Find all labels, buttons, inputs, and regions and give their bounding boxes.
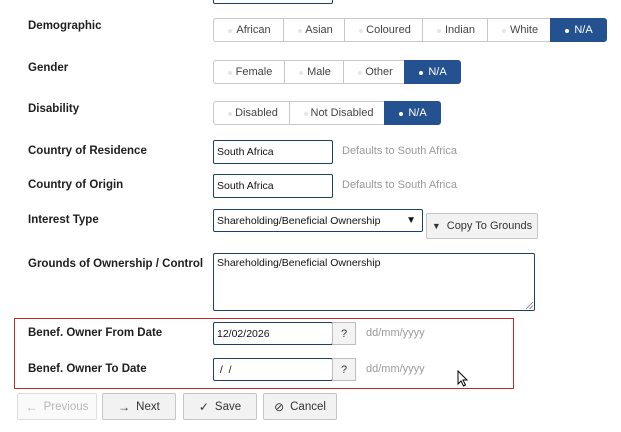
- gender-option-other[interactable]: Other: [343, 60, 405, 84]
- to-date-help-button[interactable]: ?: [332, 358, 356, 381]
- demographic-option-indian[interactable]: Indian: [422, 18, 488, 42]
- from-date-format-hint: dd/mm/yyyy: [366, 327, 425, 339]
- from-date-label: Benef. Owner From Date: [28, 327, 163, 339]
- grounds-textarea[interactable]: Shareholding/Beneficial Ownership: [213, 253, 535, 311]
- demographic-option-coloured[interactable]: Coloured: [344, 18, 423, 42]
- radio-dot-icon: [228, 112, 232, 116]
- demographic-label: Demographic: [28, 20, 102, 32]
- demographic-option-na[interactable]: N/A: [550, 18, 607, 42]
- radio-dot-icon: [299, 71, 303, 75]
- radio-dot-icon: [359, 29, 363, 33]
- demographic-option-asian[interactable]: Asian: [283, 18, 345, 42]
- to-date-format-hint: dd/mm/yyyy: [366, 363, 425, 375]
- country-of-residence-input[interactable]: South Africa: [213, 140, 333, 164]
- copy-to-grounds-button[interactable]: ▼ Copy To Grounds: [426, 213, 538, 239]
- interest-type-value: Shareholding/Beneficial Ownership: [217, 214, 381, 227]
- gender-option-female[interactable]: Female: [213, 60, 285, 84]
- radio-dot-icon: [399, 112, 403, 116]
- previous-button[interactable]: ← Previous: [17, 393, 97, 420]
- disability-option-disabled[interactable]: Disabled: [213, 101, 290, 125]
- caret-down-icon: ▼: [406, 214, 416, 226]
- resize-handle-icon[interactable]: [526, 302, 533, 309]
- next-button[interactable]: → Next: [102, 393, 176, 420]
- disability-label: Disability: [28, 103, 80, 115]
- to-date-label: Benef. Owner To Date: [28, 363, 147, 375]
- cancel-circle-icon: ⊘: [274, 399, 285, 414]
- radio-dot-icon: [419, 71, 423, 75]
- mouse-cursor-icon: [457, 370, 469, 387]
- radio-dot-icon: [228, 29, 232, 33]
- gender-option-na[interactable]: N/A: [404, 60, 461, 84]
- radio-dot-icon: [298, 29, 302, 33]
- radio-dot-icon: [502, 29, 506, 33]
- radio-dot-icon: [565, 29, 569, 33]
- disability-selector[interactable]: Disabled Not Disabled N/A: [213, 101, 441, 125]
- check-icon: ✓: [198, 399, 209, 414]
- save-button[interactable]: ✓ Save: [183, 393, 257, 420]
- country-of-origin-label: Country of Origin: [28, 179, 124, 191]
- gender-option-male[interactable]: Male: [284, 60, 344, 84]
- radio-dot-icon: [437, 29, 441, 33]
- demographic-selector[interactable]: African Asian Coloured Indian White N/A: [213, 18, 607, 42]
- grounds-label: Grounds of Ownership / Control: [28, 258, 204, 270]
- from-date-input[interactable]: 12/02/2026: [213, 322, 333, 345]
- grounds-text: Shareholding/Beneficial Ownership: [217, 257, 381, 269]
- demographic-option-white[interactable]: White: [487, 18, 551, 42]
- caret-down-icon: ▼: [431, 220, 441, 231]
- from-date-help-button[interactable]: ?: [332, 322, 356, 345]
- arrow-left-icon: ←: [25, 399, 38, 414]
- arrow-right-icon: →: [118, 399, 131, 414]
- disability-option-not-disabled[interactable]: Not Disabled: [289, 101, 385, 125]
- cancel-button[interactable]: ⊘ Cancel: [263, 393, 337, 420]
- interest-type-select[interactable]: Shareholding/Beneficial Ownership ▼: [213, 209, 423, 232]
- demographic-option-african[interactable]: African: [213, 18, 284, 42]
- country-of-origin-input[interactable]: South Africa: [213, 174, 333, 198]
- disability-option-na[interactable]: N/A: [384, 101, 441, 125]
- country-of-origin-hint: Defaults to South Africa: [342, 179, 457, 191]
- interest-type-label: Interest Type: [28, 214, 99, 226]
- radio-dot-icon: [228, 71, 232, 75]
- to-date-input[interactable]: / /: [213, 358, 333, 381]
- radio-dot-icon: [358, 71, 362, 75]
- country-of-residence-label: Country of Residence: [28, 145, 147, 157]
- radio-dot-icon: [304, 112, 308, 116]
- country-of-residence-hint: Defaults to South Africa: [342, 145, 457, 157]
- partial-input-top[interactable]: [213, 0, 333, 4]
- gender-selector[interactable]: Female Male Other N/A: [213, 60, 461, 84]
- gender-label: Gender: [28, 62, 69, 74]
